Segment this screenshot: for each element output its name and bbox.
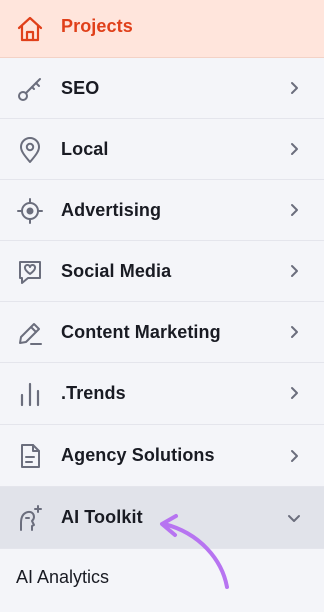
chevron-right-icon [283,199,305,221]
sidebar-item-local[interactable]: Local [0,119,324,180]
sidebar-item-label: Content Marketing [61,322,221,342]
ai-person-sparkle-icon [14,502,46,534]
chevron-right-icon [283,382,305,404]
sidebar-item-social-media[interactable]: Social Media [0,241,324,302]
sidebar-item-agency-solutions[interactable]: Agency Solutions [0,425,324,487]
sidebar-subitem-label: AI Analytics [16,567,110,587]
sidebar-item-label: Social Media [61,261,172,281]
sidebar-subitem-ai-analytics[interactable]: AI Analytics [0,549,324,612]
home-icon [14,13,46,45]
bar-chart-icon [14,378,46,410]
sidebar-item-advertising[interactable]: Advertising [0,180,324,241]
chevron-right-icon [283,260,305,282]
chevron-right-icon [283,138,305,160]
sidebar-item-projects[interactable]: Projects [0,0,324,58]
sidebar-item-label: SEO [61,78,100,98]
sidebar-item-label: Advertising [61,200,162,220]
sidebar-item-label: Agency Solutions [61,445,215,465]
sidebar-item-label: .Trends [61,383,126,403]
chat-heart-icon [14,256,46,288]
sidebar-item-label: Local [61,139,109,159]
document-icon [14,440,46,472]
sidebar-item-label: AI Toolkit [61,507,143,527]
chevron-right-icon [283,77,305,99]
sidebar-item-ai-toolkit[interactable]: AI Toolkit [0,487,324,549]
sidebar-item-seo[interactable]: SEO [0,58,324,119]
chevron-down-icon [283,507,305,529]
sidebar-nav: Projects SEO Local Advertising Social Me… [0,0,324,612]
sidebar-item-trends[interactable]: .Trends [0,363,324,425]
sidebar-item-content-marketing[interactable]: Content Marketing [0,302,324,363]
chevron-right-icon [283,445,305,467]
crosshair-icon [14,195,46,227]
pencil-icon [14,317,46,349]
sidebar-item-label: Projects [61,16,133,36]
map-pin-icon [14,134,46,166]
key-icon [14,73,46,105]
chevron-right-icon [283,321,305,343]
